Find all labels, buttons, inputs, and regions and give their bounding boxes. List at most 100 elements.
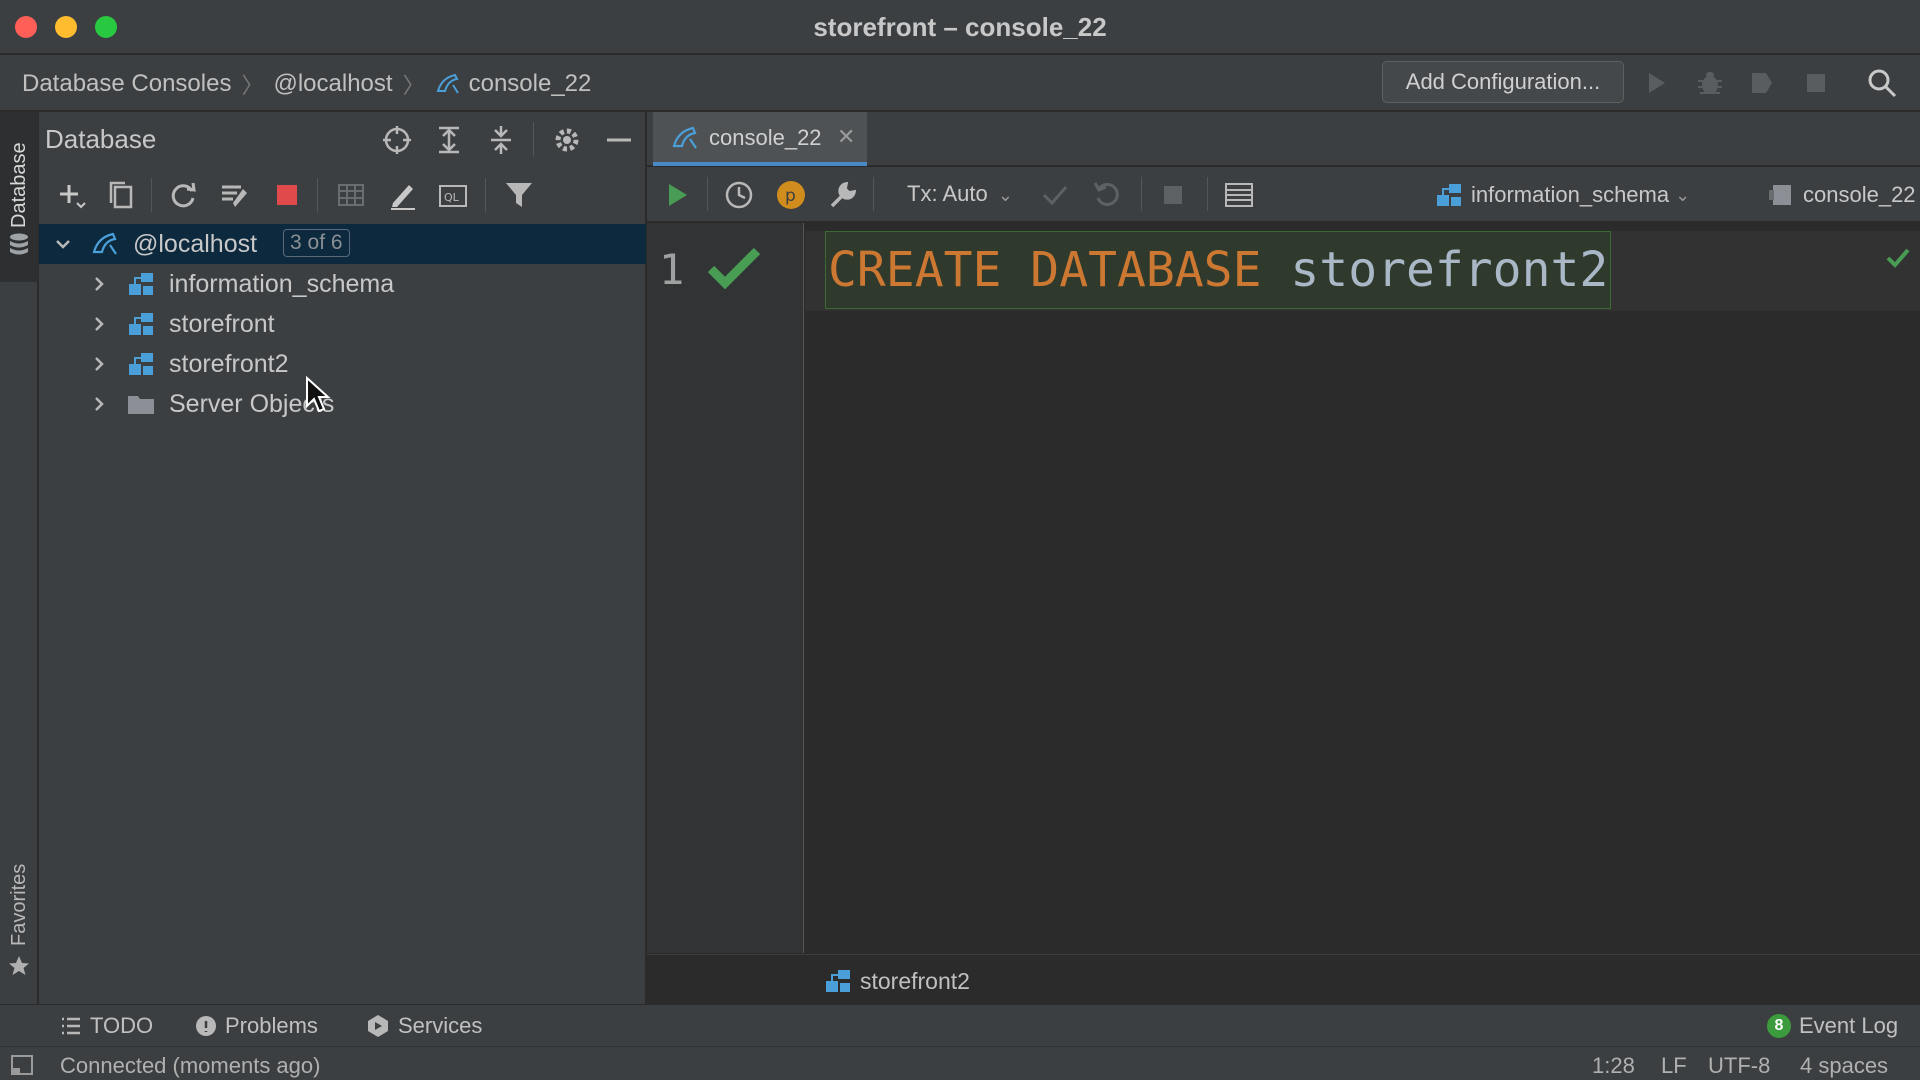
- database-panel: Database QL @localhost 3 of 6 informatio…: [39, 112, 646, 1004]
- bottom-tool-stripe: TODO Problems Services 8 Event Log: [0, 1004, 1920, 1046]
- gear-icon[interactable]: [551, 124, 583, 156]
- tab-console-22[interactable]: console_22 ✕: [653, 112, 867, 166]
- tree-item-information-schema[interactable]: information_schema: [39, 264, 646, 304]
- add-icon[interactable]: [55, 179, 87, 211]
- database-panel-header: Database: [39, 112, 646, 166]
- schema-icon: [127, 310, 155, 338]
- breadcrumb-console[interactable]: console_22: [469, 70, 592, 98]
- schema-count-badge: 3 of 6: [283, 229, 350, 257]
- coverage-shield-icon[interactable]: [1746, 67, 1778, 99]
- toolbar-separator: [707, 177, 708, 211]
- locate-crosshair-icon[interactable]: [381, 124, 413, 156]
- list-icon: [62, 1017, 80, 1035]
- database-toolbar: QL: [39, 168, 646, 222]
- schema-icon: [127, 270, 155, 298]
- stop-icon[interactable]: [1800, 67, 1832, 99]
- edit-pencil-icon[interactable]: [387, 179, 419, 211]
- duplicate-icon[interactable]: [105, 179, 137, 211]
- execution-success-check-icon: [707, 245, 761, 289]
- breadcrumb-separator: 〉: [402, 73, 425, 98]
- add-configuration-button[interactable]: Add Configuration...: [1382, 61, 1624, 103]
- event-count-badge: 8: [1767, 1014, 1791, 1038]
- toggle-tool-windows-icon[interactable]: [10, 1053, 34, 1077]
- disconnect-stop-icon[interactable]: [271, 179, 303, 211]
- session-selector-label: console_22: [1803, 182, 1916, 207]
- chevron-down-icon[interactable]: [53, 234, 73, 254]
- commit-check-icon[interactable]: [1039, 179, 1071, 211]
- schema-selector-label: information_schema: [1471, 182, 1670, 207]
- query-console-icon[interactable]: QL: [437, 179, 469, 211]
- line-number: 1: [659, 245, 685, 294]
- todo-tool-button[interactable]: TODO: [60, 1013, 153, 1039]
- database-stack-icon: [8, 232, 30, 260]
- explain-plan-icon[interactable]: p: [775, 179, 807, 211]
- indent-settings[interactable]: 4 spaces: [1800, 1053, 1888, 1079]
- file-encoding[interactable]: UTF-8: [1708, 1053, 1770, 1079]
- sql-editor[interactable]: CREATE DATABASE storefront2: [805, 223, 1920, 953]
- rollback-icon[interactable]: [1091, 179, 1123, 211]
- title-bar: storefront – console_22: [0, 0, 1920, 54]
- line-separator[interactable]: LF: [1661, 1053, 1687, 1079]
- mysql-dolphin-icon: [671, 124, 699, 152]
- event-log-tool-button[interactable]: 8 Event Log: [1767, 1013, 1898, 1039]
- breadcrumb-localhost[interactable]: @localhost: [273, 70, 392, 98]
- editor-tab-bar: console_22 ✕: [647, 112, 1920, 166]
- inspection-ok-check-icon[interactable]: [1885, 245, 1911, 271]
- breadcrumb-database-consoles[interactable]: Database Consoles: [22, 70, 231, 98]
- history-clock-icon[interactable]: [723, 179, 755, 211]
- event-log-label: Event Log: [1799, 1013, 1899, 1038]
- schema-tools-icon[interactable]: [219, 179, 251, 211]
- tree-label-localhost: @localhost: [133, 230, 258, 258]
- run-icon[interactable]: [1640, 67, 1672, 99]
- close-tab-icon[interactable]: ✕: [837, 124, 855, 150]
- mysql-dolphin-icon: [91, 230, 119, 258]
- problems-tool-button[interactable]: Problems: [195, 1013, 318, 1039]
- execute-play-icon[interactable]: [661, 179, 693, 211]
- transaction-mode-dropdown[interactable]: Tx: Auto ⌄: [907, 181, 1013, 207]
- breadcrumb: Database Consoles 〉 @localhost 〉 console…: [22, 68, 591, 100]
- chevron-right-icon[interactable]: [89, 394, 109, 414]
- sql-identifier: storefront2: [1290, 242, 1609, 298]
- todo-label: TODO: [90, 1013, 154, 1038]
- minimize-panel-icon[interactable]: [603, 124, 635, 156]
- collapse-all-icon[interactable]: [485, 124, 517, 156]
- schema-selector-dropdown[interactable]: information_schema ⌄: [1435, 181, 1690, 209]
- session-selector-dropdown[interactable]: console_22 ⌄: [1767, 181, 1920, 209]
- chevron-right-icon[interactable]: [89, 274, 109, 294]
- tree-item-storefront2[interactable]: storefront2: [39, 344, 646, 384]
- editor-breadcrumb-label: storefront2: [860, 967, 970, 994]
- tree-label-information-schema: information_schema: [169, 270, 395, 298]
- window-title: storefront – console_22: [813, 12, 1107, 42]
- code-line-1[interactable]: CREATE DATABASE storefront2: [825, 231, 1612, 309]
- output-layout-icon[interactable]: [1223, 179, 1255, 211]
- svg-text:QL: QL: [444, 191, 460, 204]
- problems-label: Problems: [225, 1013, 318, 1038]
- database-panel-title: Database: [45, 124, 157, 154]
- mysql-dolphin-icon: [435, 71, 461, 97]
- search-icon[interactable]: [1866, 67, 1898, 99]
- tree-item-storefront[interactable]: storefront: [39, 304, 646, 344]
- editor-breadcrumb-database[interactable]: storefront2: [824, 967, 970, 995]
- status-bar: Connected (moments ago) 1:28 LF UTF-8 4 …: [0, 1046, 1920, 1080]
- toolbar-separator: [485, 178, 486, 212]
- star-icon[interactable]: [7, 954, 31, 978]
- cancel-stop-icon[interactable]: [1157, 179, 1189, 211]
- tree-item-server-objects[interactable]: Server Objects: [39, 384, 646, 424]
- editor-gutter: 1: [647, 223, 804, 953]
- filter-funnel-icon[interactable]: [503, 179, 535, 211]
- cursor-position[interactable]: 1:28: [1592, 1053, 1635, 1079]
- services-tool-button[interactable]: Services: [366, 1013, 482, 1039]
- table-icon[interactable]: [335, 179, 367, 211]
- wrench-icon[interactable]: [827, 179, 859, 211]
- debug-bug-icon[interactable]: [1694, 67, 1726, 99]
- chevron-right-icon[interactable]: [89, 354, 109, 374]
- database-tool-tab[interactable]: Database: [0, 112, 38, 282]
- favorites-tab[interactable]: Favorites: [8, 864, 31, 946]
- chevron-right-icon[interactable]: [89, 314, 109, 334]
- toolbar-separator: [1207, 177, 1208, 211]
- refresh-icon[interactable]: [167, 179, 199, 211]
- tab-label: console_22: [709, 125, 822, 150]
- expand-all-icon[interactable]: [433, 124, 465, 156]
- toolbar-separator: [151, 178, 152, 212]
- tree-item-localhost[interactable]: @localhost 3 of 6: [39, 224, 646, 264]
